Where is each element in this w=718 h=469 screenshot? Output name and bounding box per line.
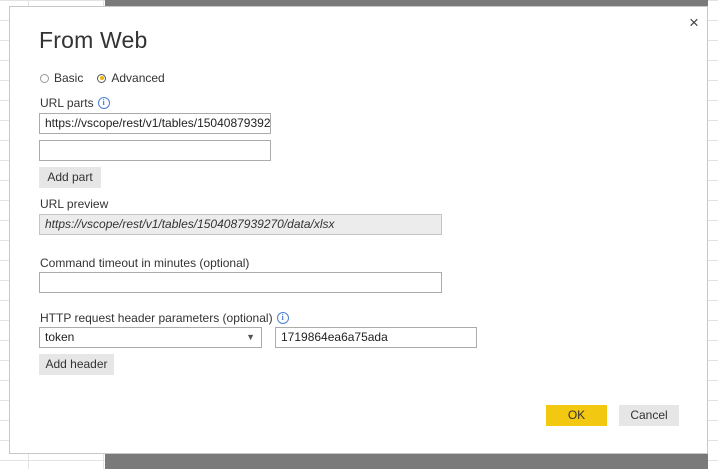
dialog-title: From Web: [39, 27, 148, 53]
header-value-input[interactable]: 1719864ea6a75ada: [275, 327, 477, 348]
http-headers-label: HTTP request header parameters (optional…: [40, 311, 289, 325]
mode-radio-group: Basic Advanced: [40, 71, 179, 85]
spreadsheet-background-right: [708, 0, 718, 469]
from-web-dialog: × From Web Basic Advanced URL parts i ht…: [9, 6, 708, 454]
url-part-1-input[interactable]: https://vscope/rest/v1/tables/1504087939…: [39, 113, 271, 134]
url-preview-label-text: URL preview: [40, 197, 109, 211]
url-parts-label-text: URL parts: [40, 96, 94, 110]
advanced-radio-circle[interactable]: [97, 73, 107, 83]
header-name-select[interactable]: token ▼: [39, 327, 262, 348]
advanced-radio[interactable]: Advanced: [97, 71, 165, 85]
basic-radio-circle[interactable]: [40, 73, 49, 83]
timeout-input[interactable]: [39, 272, 442, 293]
timeout-label: Command timeout in minutes (optional): [40, 256, 249, 270]
add-header-button[interactable]: Add header: [39, 354, 114, 375]
add-part-button[interactable]: Add part: [39, 167, 101, 188]
url-preview-field: https://vscope/rest/v1/tables/1504087939…: [39, 214, 442, 235]
chevron-down-icon[interactable]: ▼: [246, 328, 255, 347]
ok-button[interactable]: OK: [546, 405, 607, 426]
http-headers-label-text: HTTP request header parameters (optional…: [40, 311, 273, 325]
url-preview-label: URL preview: [40, 197, 108, 211]
basic-radio[interactable]: Basic: [40, 71, 83, 85]
info-icon[interactable]: i: [276, 312, 289, 324]
header-name-value: token: [45, 330, 75, 344]
url-part-2-input[interactable]: [39, 140, 271, 161]
info-icon[interactable]: i: [97, 97, 110, 109]
basic-radio-label: Basic: [54, 71, 84, 85]
close-icon[interactable]: ×: [685, 14, 703, 32]
timeout-label-text: Command timeout in minutes (optional): [40, 256, 250, 270]
advanced-radio-label: Advanced: [111, 71, 165, 85]
cancel-button[interactable]: Cancel: [619, 405, 679, 426]
url-parts-label: URL parts i: [40, 96, 110, 110]
